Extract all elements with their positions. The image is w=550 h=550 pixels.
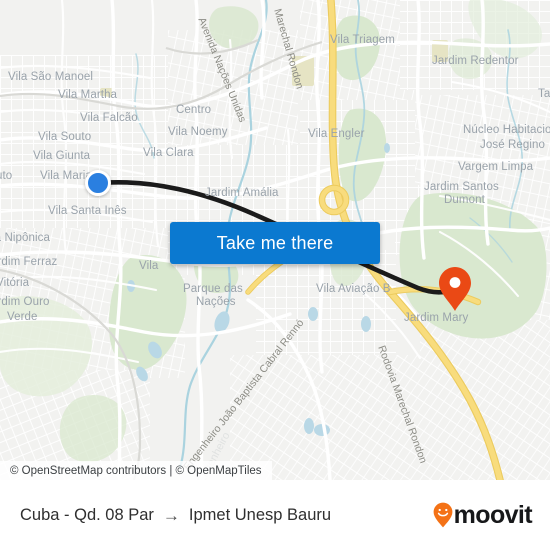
- map-canvas[interactable]: Avenida Nações Unidas Marechal Rondon Ro…: [0, 0, 550, 480]
- route-destination-label: Ipmet Unesp Bauru: [188, 505, 332, 524]
- footer-bar: Cuba - Qd. 08 Par → Ipmet Unesp Bauru mo…: [0, 480, 550, 550]
- arrow-right-icon: →: [162, 505, 180, 525]
- attribution-text: © OpenStreetMap contributors | © OpenMap…: [10, 464, 262, 477]
- moovit-wordmark: moovit: [453, 500, 533, 529]
- origin-marker[interactable]: [85, 170, 111, 196]
- moovit-logo[interactable]: moovit: [433, 500, 533, 530]
- moovit-route-screenshot: Avenida Nações Unidas Marechal Rondon Ro…: [0, 0, 550, 550]
- take-me-there-button[interactable]: Take me there: [170, 222, 380, 264]
- map-attribution[interactable]: © OpenStreetMap contributors | © OpenMap…: [0, 461, 272, 480]
- moovit-pin-icon: [433, 502, 453, 528]
- route-origin-label: Cuba - Qd. 08 Par: [20, 505, 154, 524]
- route-summary: Cuba - Qd. 08 Par → Ipmet Unesp Bauru: [20, 506, 331, 525]
- destination-marker[interactable]: [438, 266, 472, 312]
